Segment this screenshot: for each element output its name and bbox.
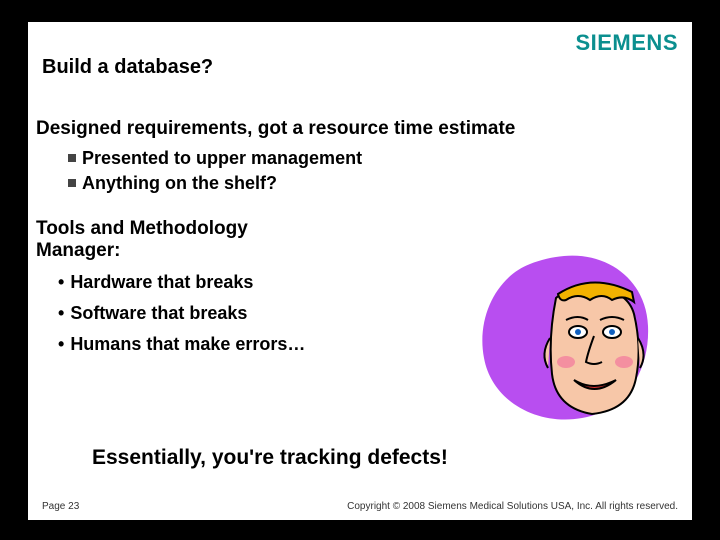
page-number: Page 23: [42, 501, 79, 512]
bullet-row: • Humans that make errors…: [58, 334, 318, 355]
bullet-hardware: Hardware that breaks: [70, 272, 253, 293]
cartoon-face-icon: [538, 278, 648, 418]
dot-bullet-icon: •: [58, 272, 64, 293]
bullet-humans: Humans that make errors…: [70, 334, 305, 355]
dot-bullet-icon: •: [58, 303, 64, 324]
square-bullet-icon: [68, 154, 76, 162]
clipart-face: [478, 250, 650, 422]
subbullet-presented: Presented to upper management: [82, 148, 362, 169]
brand-logo: SIEMENS: [575, 30, 678, 56]
copyright: Copyright © 2008 Siemens Medical Solutio…: [347, 501, 678, 512]
subbullet-row: Anything on the shelf?: [68, 173, 684, 194]
bullet-row: • Software that breaks: [58, 303, 318, 324]
dot-bullet-icon: •: [58, 334, 64, 355]
subbullet-row: Presented to upper management: [68, 148, 684, 169]
heading-requirements: Designed requirements, got a resource ti…: [36, 118, 684, 140]
bullet-software: Software that breaks: [70, 303, 247, 324]
bullet-row: • Hardware that breaks: [58, 272, 318, 293]
subbullet-shelf: Anything on the shelf?: [82, 173, 277, 194]
slide-title: Build a database?: [42, 56, 213, 79]
punchline: Essentially, you're tracking defects!: [92, 446, 448, 470]
heading-tools-manager: Tools and Methodology Manager:: [36, 218, 296, 262]
square-bullet-icon: [68, 179, 76, 187]
slide: SIEMENS Build a database? Designed requi…: [28, 22, 692, 520]
